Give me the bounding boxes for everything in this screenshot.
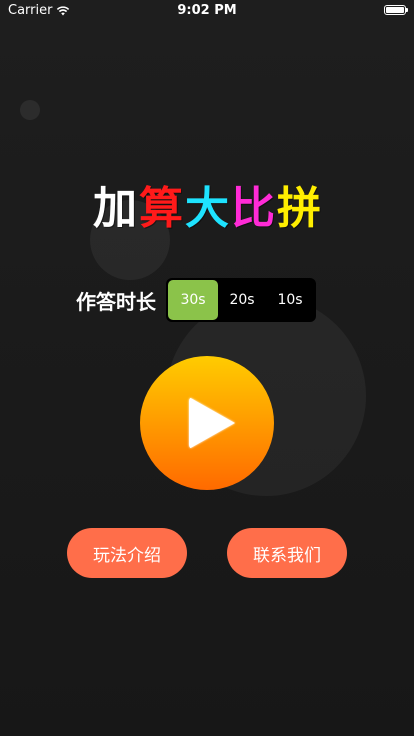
- main-screen: Carrier 9:02 PM 加 算 大 比 拼 作答时长 30s 20s 1…: [0, 0, 414, 736]
- battery-icon: [384, 5, 408, 15]
- duration-selector: 30s 20s 10s: [166, 278, 316, 322]
- title-char-5: 拼: [277, 183, 321, 234]
- title-char-1: 加: [93, 183, 137, 234]
- decorative-circle-small: [20, 100, 40, 120]
- duration-option-10s[interactable]: 10s: [266, 280, 314, 320]
- status-bar: Carrier 9:02 PM: [0, 0, 414, 22]
- rules-button[interactable]: 玩法介绍: [67, 528, 187, 578]
- title-char-2: 算: [139, 183, 183, 234]
- title-char-3: 大: [185, 183, 229, 234]
- duration-row: 作答时长 30s 20s 10s: [76, 278, 316, 322]
- duration-label: 作答时长: [76, 289, 156, 314]
- status-time: 9:02 PM: [177, 3, 237, 18]
- contact-button[interactable]: 联系我们: [227, 528, 347, 578]
- title-char-4: 比: [231, 183, 275, 234]
- play-button[interactable]: [140, 356, 274, 490]
- duration-option-30s[interactable]: 30s: [168, 280, 218, 320]
- play-icon: [189, 397, 235, 449]
- game-title: 加 算 大 比 拼: [0, 172, 414, 236]
- duration-option-20s[interactable]: 20s: [218, 280, 266, 320]
